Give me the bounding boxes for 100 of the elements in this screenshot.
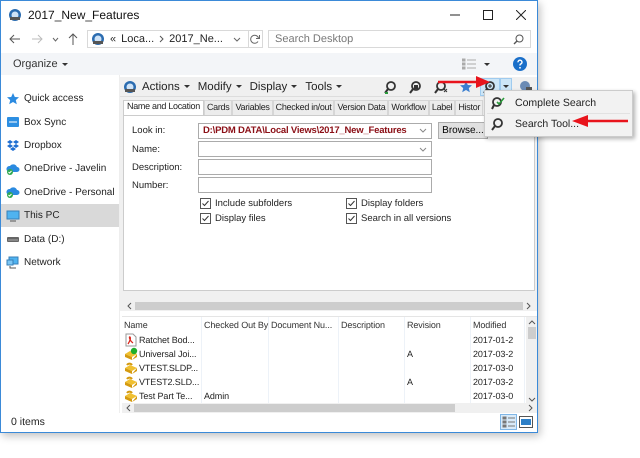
sidebar-item[interactable]: Quick access (1, 87, 119, 110)
sidebar-item[interactable]: OneDrive - Javelin (1, 157, 119, 181)
checkbox-option[interactable]: Include subfolders (200, 198, 346, 209)
back-arrow-icon (9, 34, 21, 44)
magnifier-icon (491, 117, 505, 131)
chevron-down-icon[interactable] (232, 36, 241, 42)
vertical-scrollbar[interactable] (526, 317, 537, 404)
chevron-up-icon (528, 319, 536, 325)
sidebar-item[interactable]: Data (D:) (1, 227, 119, 251)
magnifier-icon[interactable] (434, 80, 448, 94)
checkbox-option[interactable]: Search in all versions (346, 213, 486, 224)
table-cell: 2017-03-0 (473, 363, 514, 374)
table-cell: Test Part Te... (139, 391, 192, 402)
up-arrow-icon (68, 33, 78, 45)
address-bar[interactable]: « Loca... 2017_Ne... (87, 30, 263, 48)
checkbox[interactable] (200, 198, 211, 209)
tab[interactable]: Checked in/out (272, 100, 334, 115)
magnifier-icon (491, 96, 505, 110)
scroll-thumb[interactable] (528, 327, 536, 339)
refresh-icon (250, 34, 260, 44)
help-icon[interactable] (513, 57, 527, 71)
table-cell: 2017-01-2 (473, 335, 514, 346)
chevron-down-icon (52, 36, 58, 42)
checkbox[interactable] (200, 213, 211, 224)
magnifier-icon[interactable] (384, 80, 398, 94)
toolbar-menu[interactable]: Actions (140, 80, 193, 92)
details-view-button[interactable] (500, 414, 517, 430)
checkbox[interactable] (346, 198, 357, 209)
sidebar-item[interactable]: Network (1, 250, 119, 274)
toolbar-menu[interactable]: Modify (196, 80, 245, 92)
column-header[interactable]: Description (339, 317, 405, 334)
breadcrumb[interactable]: Loca... (121, 33, 154, 45)
column-header[interactable]: Revision (405, 317, 471, 334)
tab[interactable]: Variables (232, 100, 273, 115)
input-field[interactable] (198, 177, 432, 193)
tab[interactable]: Cards (204, 100, 232, 115)
field-label: Name: (132, 144, 161, 154)
browse-button[interactable]: Browse... (438, 122, 488, 139)
sidebar-item[interactable]: Dropbox (1, 134, 119, 158)
table-cell: VTEST.SLDP... (139, 363, 198, 374)
caret-icon (290, 83, 298, 90)
horizontal-scrollbar[interactable] (122, 403, 537, 413)
chevron-down-icon (528, 397, 536, 404)
tab[interactable]: Version Data (334, 100, 388, 115)
scroll-thumb[interactable] (134, 404, 455, 412)
sidebar-item[interactable]: This PC (1, 204, 119, 228)
toolbar-menu[interactable]: Display (248, 80, 300, 92)
tab[interactable]: Histor (455, 100, 484, 115)
preview-view-button[interactable] (517, 414, 534, 430)
maximize-icon (482, 10, 492, 20)
organize-menu[interactable]: Organize (13, 58, 69, 70)
annotation-arrow (438, 76, 490, 88)
breadcrumb[interactable]: 2017_Ne... (169, 33, 223, 45)
caret-icon[interactable] (483, 60, 491, 68)
tab[interactable]: Workflow (388, 100, 429, 115)
table-cell: A (407, 377, 413, 388)
column-header[interactable]: Modified (471, 317, 525, 334)
toolbar-menu[interactable]: Tools (303, 80, 346, 92)
vault-icon (123, 80, 137, 94)
table-cell: VTEST2.SLD... (139, 377, 200, 388)
checkbox-option[interactable]: Display folders (346, 198, 486, 209)
input-field[interactable] (198, 159, 432, 175)
caret-icon (182, 83, 191, 90)
table-cell: Ratchet Bod... (139, 335, 195, 346)
column-header[interactable]: Checked Out By (202, 317, 269, 334)
window-title: 2017_New_Features (28, 8, 140, 22)
status-text: 0 items (11, 416, 45, 428)
network-icon (6, 255, 20, 270)
table-cell: Admin (204, 391, 230, 402)
refresh-button[interactable] (248, 31, 262, 47)
menu-item[interactable]: Complete Search (487, 93, 630, 113)
checkbox[interactable] (346, 213, 357, 224)
chevron-right-icon (159, 35, 164, 43)
table-cell: 2017-03-0 (473, 391, 514, 402)
pdf-icon (124, 333, 138, 348)
table-cell: 2017-03-2 (473, 377, 514, 388)
star-icon (6, 92, 20, 106)
chevron-right-icon (528, 404, 534, 412)
table-cell: A (407, 349, 413, 360)
checkbox-option[interactable]: Display files (200, 213, 346, 224)
chevron-down-icon (419, 146, 427, 152)
scroll-thumb[interactable] (135, 302, 523, 310)
cloud-icon (6, 162, 20, 176)
tab[interactable]: Label (428, 100, 456, 115)
overflow-chevron[interactable]: « (110, 33, 116, 45)
sidebar-item[interactable]: OneDrive - Personal (1, 180, 119, 204)
sidebar-item[interactable]: Box Sync (1, 110, 119, 134)
part-icon (124, 361, 138, 376)
tab[interactable]: Name and Location (123, 100, 204, 115)
combo-box[interactable]: D:\PDM DATA\Local Views\2017_New_Features (198, 122, 432, 138)
forward-arrow-icon (31, 34, 43, 44)
table-cell: 2017-03-2 (473, 349, 514, 360)
magnifier-icon[interactable] (409, 80, 423, 94)
computer-icon (6, 208, 20, 223)
column-header[interactable]: Document Nu... (269, 317, 339, 334)
caret-icon (60, 60, 69, 68)
search-icon[interactable] (513, 34, 524, 45)
table-cell: Universal Joi... (139, 349, 196, 360)
close-icon (516, 10, 526, 20)
search-field[interactable]: Search Desktop (268, 30, 531, 48)
